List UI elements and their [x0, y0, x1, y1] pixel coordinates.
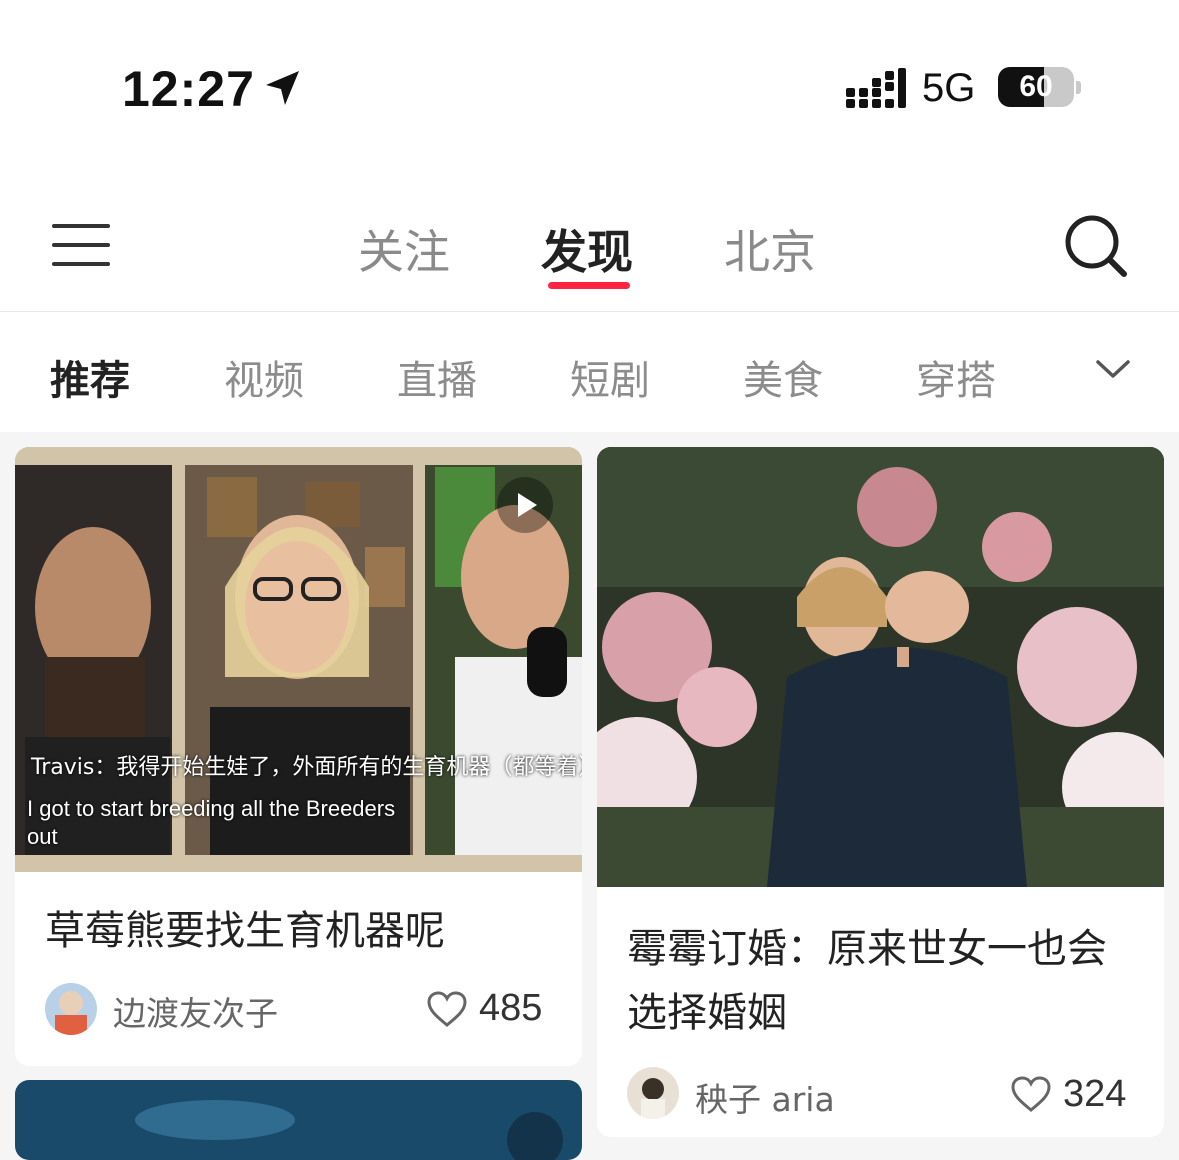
- video-thumbnail[interactable]: Travis：我得开始生娃了，外面所有的生育机器（都等着） I got to s…: [15, 447, 582, 872]
- active-tab-indicator: [548, 282, 630, 289]
- search-icon[interactable]: [1064, 214, 1128, 278]
- card-title: 草莓熊要找生育机器呢: [45, 908, 445, 954]
- avatar: [627, 1067, 679, 1119]
- photo-thumbnail-art: [597, 447, 1164, 887]
- category-bar: 推荐 视频 直播 短剧 美食 穿搭: [0, 312, 1179, 432]
- like-count: 485: [479, 987, 543, 1029]
- video-subtitle-english: I got to start breeding all the Breeders…: [27, 796, 396, 849]
- card-title: 霉霉订婚：原来世女一也会选择婚姻: [627, 926, 1107, 1036]
- play-icon: [497, 477, 553, 533]
- status-time: 12:27: [122, 61, 255, 117]
- menu-icon[interactable]: [52, 220, 112, 270]
- tab-follow[interactable]: 关注: [358, 216, 450, 282]
- category-video[interactable]: 视频: [224, 348, 304, 406]
- chevron-down-icon[interactable]: [1094, 354, 1132, 384]
- category-food[interactable]: 美食: [743, 348, 823, 406]
- status-bar: 12:27 5G 60: [0, 0, 1179, 180]
- photo-thumbnail-art: [15, 1080, 582, 1160]
- feed-card[interactable]: 霉霉订婚：原来世女一也会选择婚姻 秧子 aria 324: [597, 447, 1164, 1137]
- top-navigation: 关注 发现 北京: [0, 180, 1179, 312]
- category-outfit[interactable]: 穿搭: [916, 348, 996, 406]
- author-name[interactable]: 边渡友次子: [113, 987, 278, 1035]
- feed-card[interactable]: [15, 1080, 582, 1160]
- video-subtitle-chinese: Travis：我得开始生娃了，外面所有的生育机器（都等着）: [31, 755, 582, 780]
- photo-thumbnail[interactable]: [597, 447, 1164, 887]
- location-arrow-icon: [266, 71, 299, 105]
- battery-cap: [1076, 81, 1081, 94]
- battery-level: 60: [1019, 70, 1053, 103]
- like-count: 324: [1063, 1073, 1127, 1115]
- category-short-drama[interactable]: 短剧: [570, 348, 650, 406]
- category-live[interactable]: 直播: [397, 348, 477, 406]
- feed-card[interactable]: Travis：我得开始生娃了，外面所有的生育机器（都等着） I got to s…: [15, 447, 582, 1066]
- signal-icon: [846, 68, 906, 108]
- heart-icon[interactable]: [426, 990, 468, 1028]
- avatar: [45, 983, 97, 1035]
- tab-discover[interactable]: 发现: [541, 216, 633, 282]
- author-name[interactable]: 秧子 aria: [695, 1073, 835, 1121]
- tab-beijing[interactable]: 北京: [724, 216, 816, 282]
- battery-indicator: 60: [998, 67, 1074, 107]
- category-recommend[interactable]: 推荐: [50, 348, 130, 406]
- network-type: 5G: [922, 66, 976, 110]
- heart-icon[interactable]: [1010, 1075, 1052, 1113]
